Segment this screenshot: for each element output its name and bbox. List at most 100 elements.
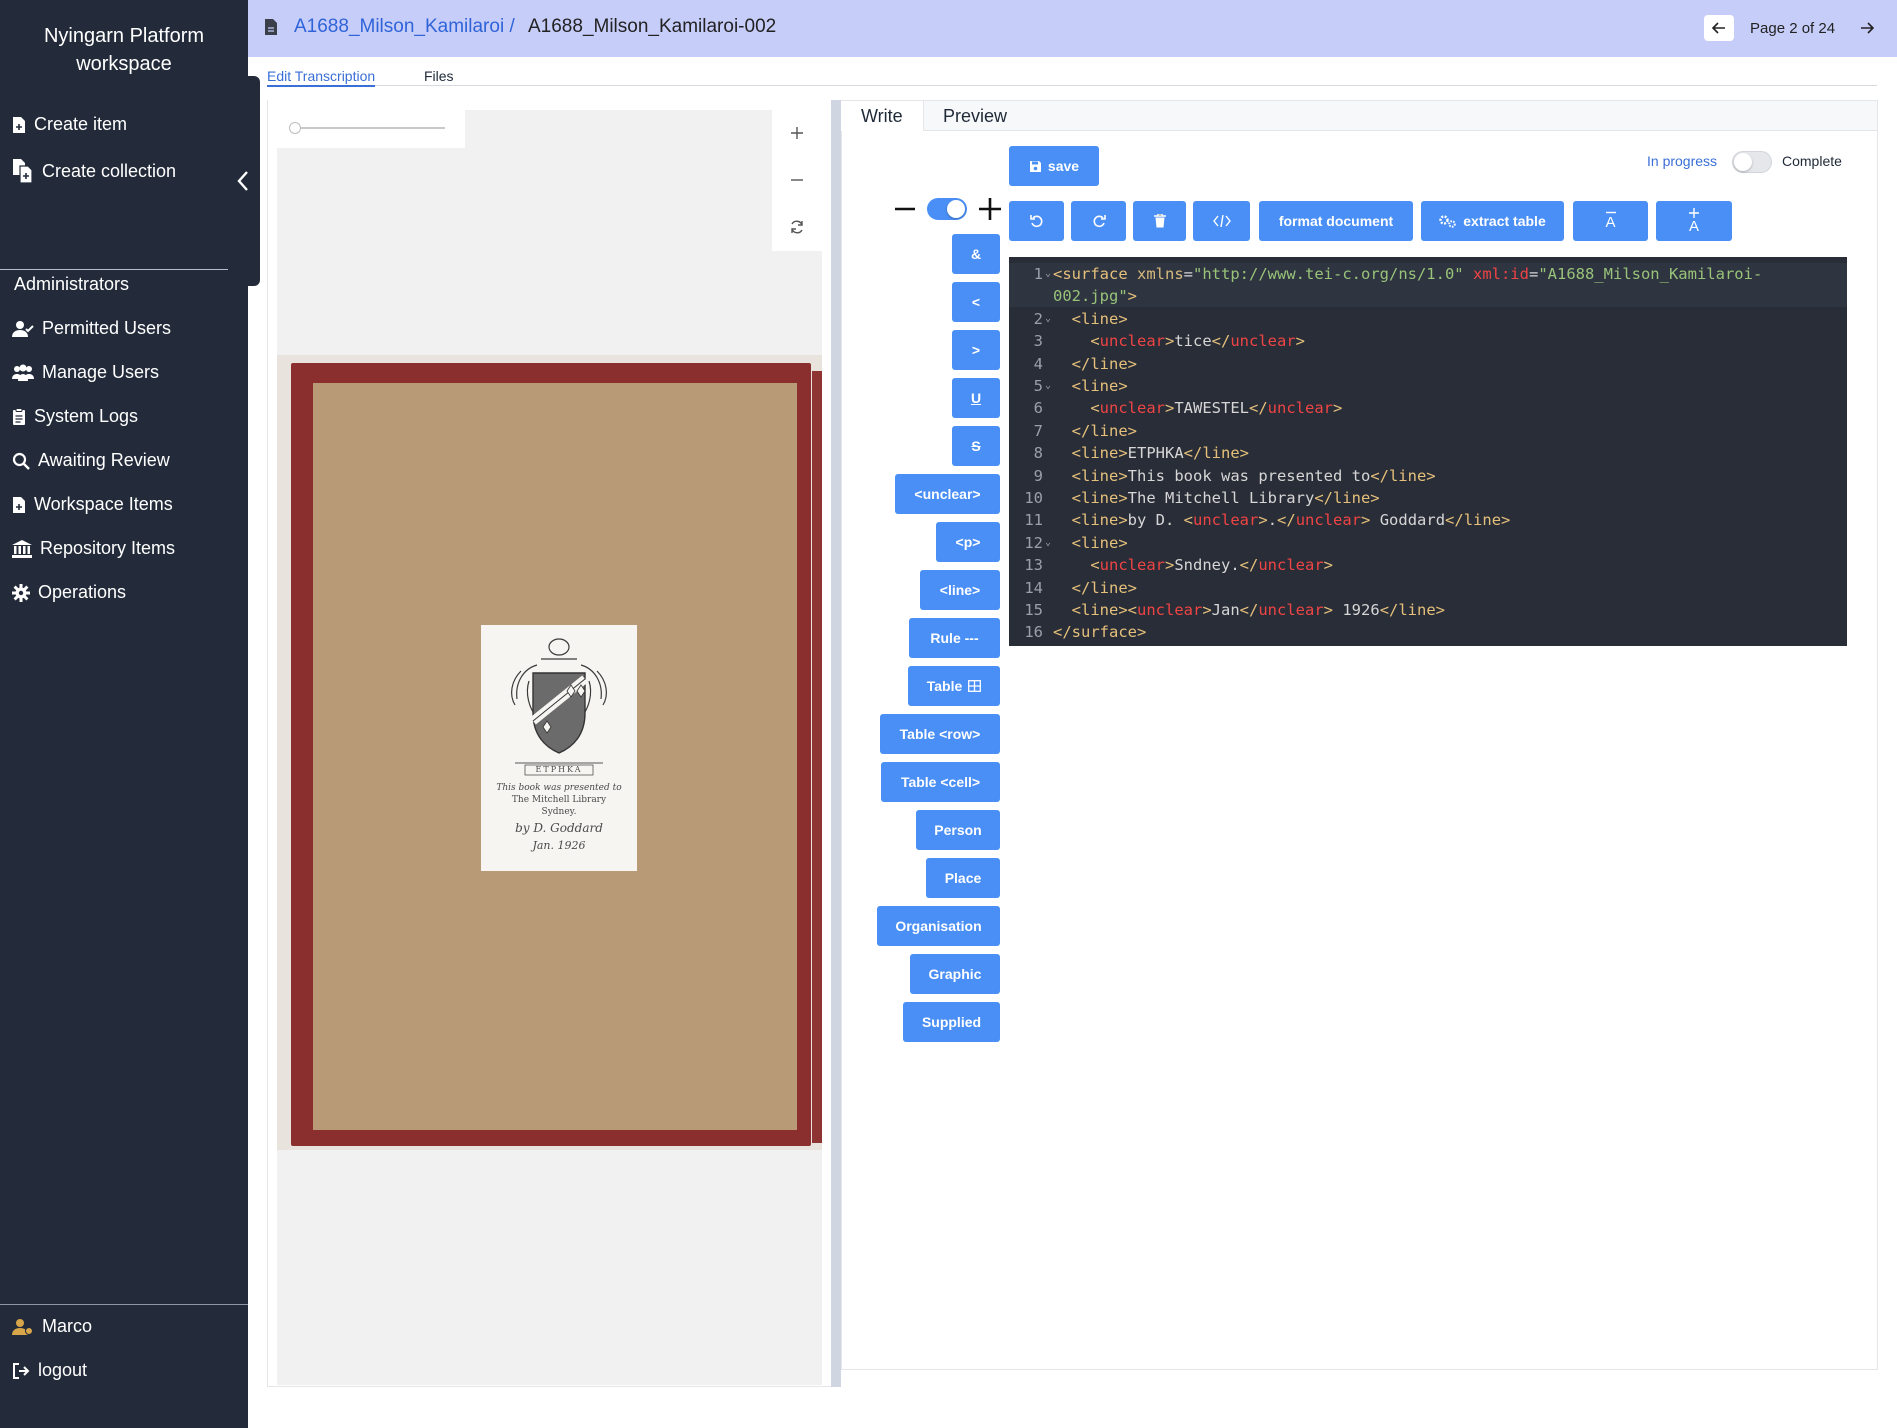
fold-chevron-icon[interactable]: ⌄ — [1045, 532, 1051, 554]
sidebar-item-permitted-users[interactable]: Permitted Users — [12, 318, 171, 339]
extract-table-button[interactable]: extract table — [1421, 201, 1564, 241]
sidebar-item-workspace-items[interactable]: Workspace Items — [12, 494, 173, 515]
code-line[interactable]: 7 </line> — [1009, 420, 1847, 442]
breadcrumb-collection-link[interactable]: A1688_Milson_Kamilaroi / — [294, 16, 515, 38]
line-number: 13 — [1024, 556, 1043, 575]
code-line[interactable]: 002.jpg"> — [1009, 285, 1847, 308]
create-item-link[interactable]: Create item — [12, 114, 127, 135]
tab-preview[interactable]: Preview — [923, 101, 1027, 131]
undo-button[interactable] — [1009, 201, 1064, 241]
strikethrough-button[interactable]: S — [952, 426, 1000, 466]
tab-edit-transcription[interactable]: Edit Transcription — [267, 68, 376, 87]
code-line[interactable]: 14 </line> — [1009, 577, 1847, 599]
code-view-button[interactable] — [1193, 201, 1250, 241]
increase-font-button[interactable]: A — [1656, 201, 1732, 241]
sidebar-item-repository-items[interactable]: Repository Items — [12, 538, 175, 559]
code-line[interactable]: 12 ⌄ <line> — [1009, 532, 1847, 554]
sidebar-item-label: Permitted Users — [42, 318, 172, 338]
create-collection-link[interactable]: Create collection — [12, 158, 176, 184]
zoom-slider-track[interactable] — [293, 127, 445, 129]
table-row-button[interactable]: Table <row> — [880, 714, 1000, 754]
zoom-in-button[interactable] — [772, 110, 822, 156]
code-text: <surface xmlns="http://www.tei-c.org/ns/… — [1053, 265, 1763, 283]
markup-toolbar-toggle[interactable] — [927, 198, 967, 220]
zoom-slider-handle[interactable] — [289, 122, 301, 134]
next-page-button[interactable] — [1852, 15, 1882, 41]
bookplate-motto: ETPHKA — [535, 765, 583, 774]
image-viewer[interactable]: ETPHKA This book was presented to The Mi… — [277, 110, 822, 1385]
paragraph-tag-button[interactable]: <p> — [936, 522, 1000, 562]
redo-button[interactable] — [1071, 201, 1126, 241]
logout-link[interactable]: logout — [12, 1360, 87, 1381]
fold-chevron-icon[interactable]: ⌄ — [1045, 375, 1051, 397]
user-profile-link[interactable]: Marco — [12, 1316, 92, 1337]
create-item-label: Create item — [34, 114, 128, 134]
fold-chevron-icon[interactable]: ⌄ — [1045, 308, 1051, 330]
admin-heading: Administrators — [14, 274, 130, 294]
code-text: <line><unclear>Jan</unclear> 1926</line> — [1071, 601, 1446, 619]
rule-button[interactable]: Rule --- — [909, 618, 1000, 658]
arrow-right-icon — [1861, 22, 1874, 34]
line-number: 5 — [1033, 377, 1043, 395]
code-line[interactable]: 4 </line> — [1009, 353, 1847, 375]
sidebar-item-awaiting-review[interactable]: Awaiting Review — [12, 450, 170, 471]
code-line[interactable]: 9 <line>This book was presented to</line… — [1009, 465, 1847, 487]
code-line[interactable]: 16 </surface> — [1009, 621, 1847, 643]
plus-icon[interactable] — [979, 198, 1001, 220]
code-line[interactable]: 5 ⌄ <line> — [1009, 375, 1847, 397]
code-text: <line>The Mitchell Library</line> — [1071, 489, 1380, 507]
code-line[interactable]: 6 <unclear>TAWESTEL</unclear> — [1009, 397, 1847, 419]
organisation-button[interactable]: Organisation — [877, 906, 1000, 946]
rotate-button[interactable] — [772, 204, 822, 250]
line-number: 16 — [1024, 623, 1043, 642]
supplied-button[interactable]: Supplied — [903, 1002, 1000, 1042]
save-button[interactable]: save — [1009, 146, 1099, 186]
create-collection-label: Create collection — [42, 160, 177, 181]
code-line[interactable]: 10 <line>The Mitchell Library</line> — [1009, 487, 1847, 509]
unclear-tag-button[interactable]: <unclear> — [895, 474, 1000, 514]
tab-files[interactable]: Files — [424, 68, 454, 84]
breadcrumb-current-item: A1688_Milson_Kamilaroi-002 — [528, 16, 777, 37]
minus-icon[interactable] — [895, 207, 915, 211]
code-text: </line> — [1071, 421, 1137, 440]
code-line[interactable]: 15 <line><unclear>Jan</unclear> 1926</li… — [1009, 599, 1847, 621]
code-text: <unclear>Sndney.</unclear> — [1090, 556, 1334, 575]
person-button[interactable]: Person — [916, 810, 1000, 850]
table-cell-button[interactable]: Table <cell> — [881, 762, 1000, 802]
code-line[interactable]: 1 ⌄ <surface xmlns="http://www.tei-c.org/n… — [1009, 263, 1847, 285]
decrease-font-button[interactable]: A — [1573, 201, 1648, 241]
gear-icon — [12, 583, 30, 602]
sidebar-item-system-logs[interactable]: System Logs — [12, 406, 138, 427]
app-title: Nyingarn Platform workspace — [43, 25, 205, 75]
sidebar-item-manage-users[interactable]: Manage Users — [12, 362, 159, 383]
panel-resize-handle[interactable] — [831, 100, 841, 1387]
collapse-sidebar-button[interactable] — [226, 76, 260, 286]
zoom-out-button[interactable] — [772, 157, 822, 203]
place-button[interactable]: Place — [926, 858, 1000, 898]
graphic-button[interactable]: Graphic — [910, 954, 1000, 994]
table-button[interactable]: Table — [908, 666, 1000, 706]
line-tag-button[interactable]: <line> — [920, 570, 1000, 610]
format-document-button[interactable]: format document — [1259, 201, 1413, 241]
code-line[interactable]: 3 <unclear>tice</unclear> — [1009, 330, 1847, 352]
code-line[interactable]: 11 <line>by D. <unclear>.</unclear> Godd… — [1009, 509, 1847, 531]
code-line[interactable]: 8 <line>ETPHKA</line> — [1009, 442, 1847, 464]
toggle-knob — [1734, 153, 1752, 171]
greater-than-button[interactable]: > — [952, 330, 1000, 370]
underline-button[interactable]: U — [952, 378, 1000, 418]
code-line[interactable]: 13 <unclear>Sndney.</unclear> — [1009, 554, 1847, 576]
xml-code-editor[interactable]: 1 ⌄ <surface xmlns="http://www.tei-c.org/n… — [1009, 257, 1847, 646]
code-line[interactable]: 2 ⌄ <line> — [1009, 308, 1847, 330]
coat-of-arms-graphic — [511, 638, 607, 776]
less-than-button[interactable]: < — [952, 282, 1000, 322]
sidebar-item-operations[interactable]: Operations — [12, 582, 126, 603]
completion-toggle[interactable] — [1732, 151, 1772, 173]
previous-page-button[interactable] — [1704, 15, 1734, 41]
sidebar-item-label: Awaiting Review — [38, 450, 170, 470]
table-button-label: Table — [926, 678, 963, 694]
ampersand-button[interactable]: & — [952, 234, 1000, 274]
fold-chevron-icon[interactable]: ⌄ — [1045, 263, 1051, 285]
tab-write[interactable]: Write — [841, 101, 924, 131]
line-number: 7 — [1033, 421, 1043, 440]
delete-button[interactable] — [1133, 201, 1186, 241]
